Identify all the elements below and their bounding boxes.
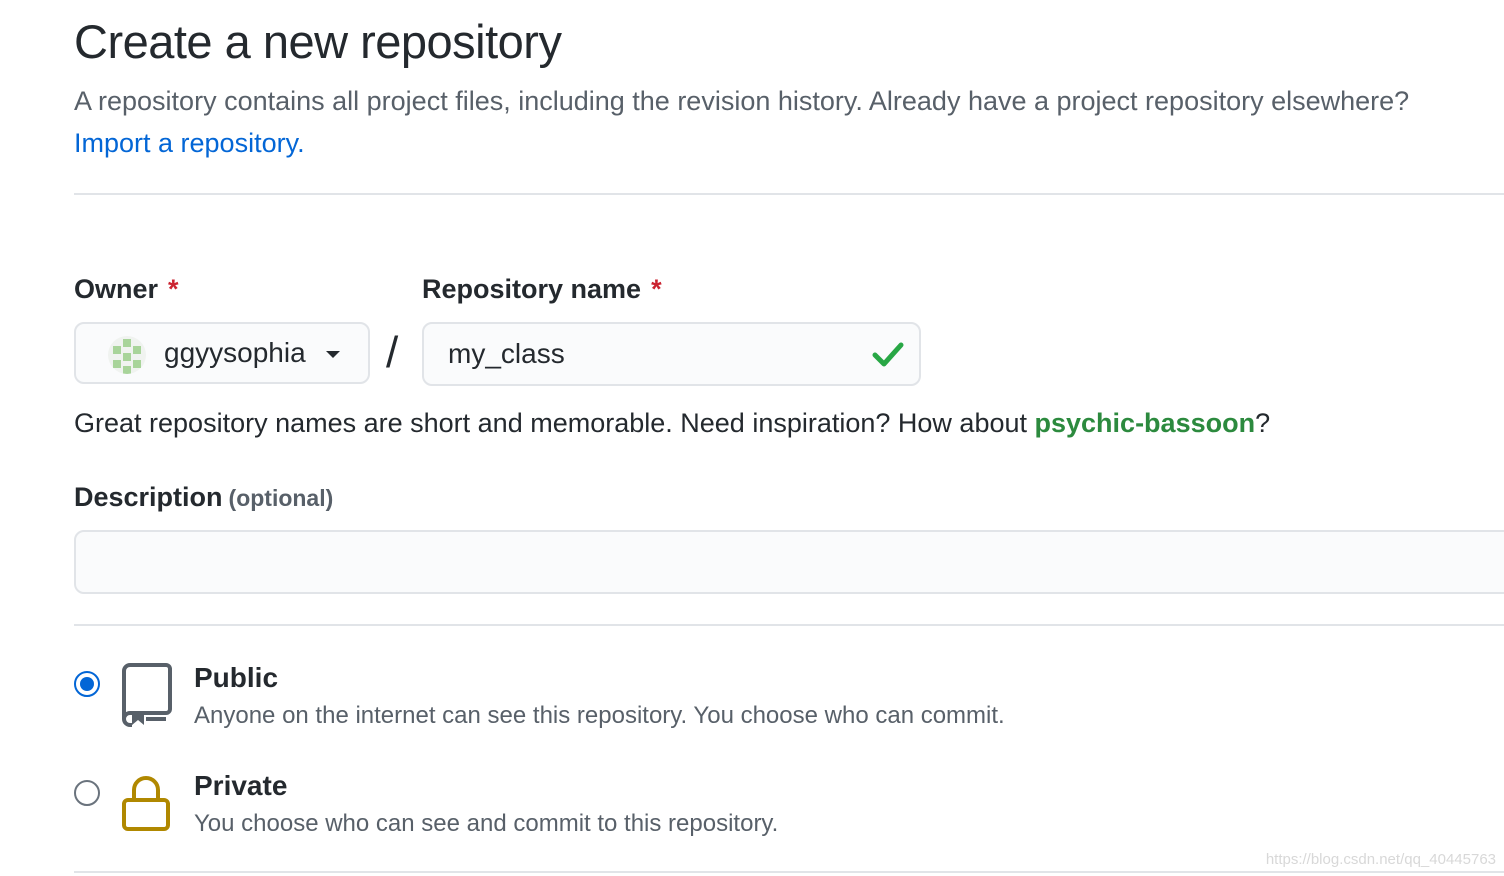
watermark: https://blog.csdn.net/qq_40445763 <box>1265 851 1496 868</box>
caret-down-icon <box>326 351 340 358</box>
visibility-divider <box>74 871 1504 873</box>
owner-label: Owner * <box>74 274 179 305</box>
private-title: Private <box>194 770 288 801</box>
hint-suffix: ? <box>1255 408 1271 438</box>
owner-required-mark: * <box>168 274 179 304</box>
repo-icon <box>122 663 172 727</box>
subtitle-text: A repository contains all project files,… <box>74 86 1410 116</box>
check-icon <box>872 342 904 367</box>
private-radio[interactable] <box>74 780 100 806</box>
import-repository-link[interactable]: Import a repository. <box>74 128 305 158</box>
suggested-name-link[interactable]: psychic-bassoon <box>1035 408 1256 438</box>
owner-label-text: Owner <box>74 274 159 304</box>
description-divider <box>74 624 1504 626</box>
description-label-text: Description <box>74 482 223 512</box>
hint-text: Great repository names are short and mem… <box>74 408 1027 438</box>
public-description: Anyone on the internet can see this repo… <box>194 702 1005 729</box>
owner-repo-separator: / <box>386 328 399 377</box>
repo-name-label-text: Repository name <box>422 274 642 304</box>
identicon-avatar <box>108 336 146 374</box>
description-label: Description (optional) <box>74 482 333 513</box>
description-optional: (optional) <box>228 485 334 511</box>
repository-name-input[interactable] <box>422 322 921 386</box>
description-input[interactable] <box>74 530 1504 594</box>
repo-name-required-mark: * <box>651 274 662 304</box>
owner-name: ggyysophia <box>164 337 306 368</box>
private-description: You choose who can see and commit to thi… <box>194 810 779 837</box>
owner-select[interactable]: ggyysophia <box>74 322 370 384</box>
page-title: Create a new repository <box>74 15 562 68</box>
public-title: Public <box>194 662 279 693</box>
repo-name-label: Repository name * <box>422 274 662 305</box>
repo-name-hint: Great repository names are short and mem… <box>74 408 1270 439</box>
header-divider <box>74 193 1504 195</box>
public-radio[interactable] <box>74 671 100 697</box>
page-subtitle: A repository contains all project files,… <box>74 80 1414 164</box>
create-repo-page: Create a new repository A repository con… <box>0 0 1504 876</box>
lock-icon <box>122 776 170 831</box>
